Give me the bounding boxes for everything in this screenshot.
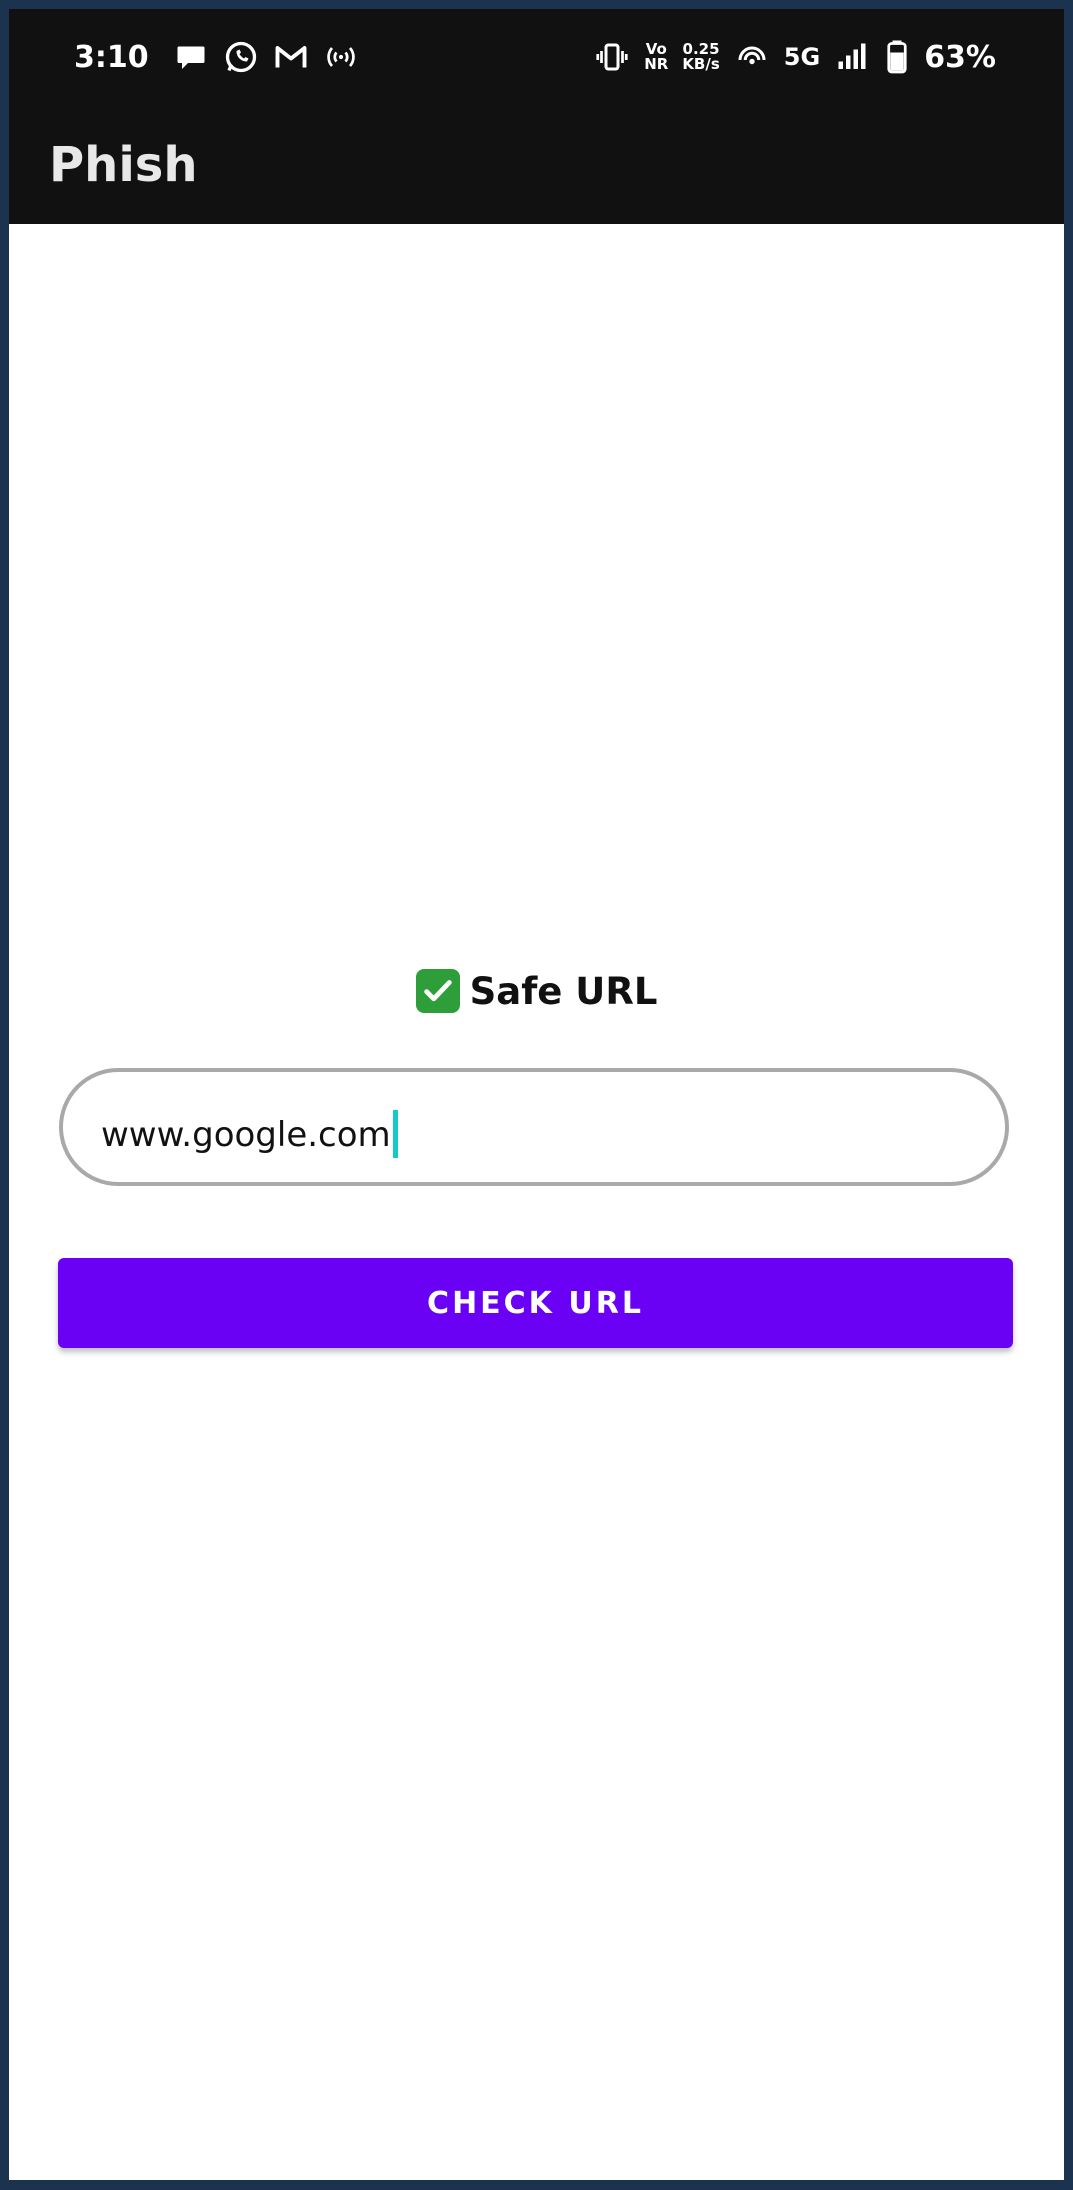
network-type: 5G	[783, 43, 821, 71]
status-bar: 3:10 Vo NR 0.25 KB/s 5G 63%	[9, 9, 1064, 109]
nr-label: NR	[644, 55, 669, 73]
check-url-button-label: CHECK URL	[427, 1285, 644, 1321]
result-text: Safe URL	[469, 970, 658, 1013]
app-title: Phish	[49, 137, 198, 193]
vibrate-icon	[594, 39, 630, 75]
check-url-button[interactable]: CHECK URL	[58, 1258, 1013, 1348]
hotspot-icon	[323, 39, 359, 75]
result-message: Safe URL	[9, 969, 1064, 1013]
battery-icon	[884, 39, 910, 75]
status-time: 3:10	[74, 39, 149, 75]
whatsapp-icon	[223, 39, 259, 75]
data-speed: 0.25 KB/s	[682, 42, 719, 72]
volte-indicator: Vo NR	[644, 42, 668, 72]
phone-screen: 3:10 Vo NR 0.25 KB/s 5G 63% Phish Safe U…	[9, 9, 1064, 2180]
battery-percent: 63%	[924, 39, 996, 75]
app-bar: Phish	[9, 109, 1064, 224]
status-right: Vo NR 0.25 KB/s 5G 63%	[594, 39, 996, 75]
gmail-icon	[273, 39, 309, 75]
url-input-field[interactable]: www.google.com	[59, 1068, 1009, 1186]
url-input-value: www.google.com	[101, 1115, 391, 1155]
text-caret	[392, 1110, 398, 1158]
status-left: 3:10	[74, 39, 359, 75]
url-input-text[interactable]: www.google.com	[101, 1110, 398, 1158]
message-icon	[173, 39, 209, 75]
speed-unit: KB/s	[682, 55, 720, 73]
signal-icon	[834, 39, 870, 75]
check-mark-icon	[415, 969, 460, 1013]
wifi-calling-icon	[734, 39, 770, 75]
